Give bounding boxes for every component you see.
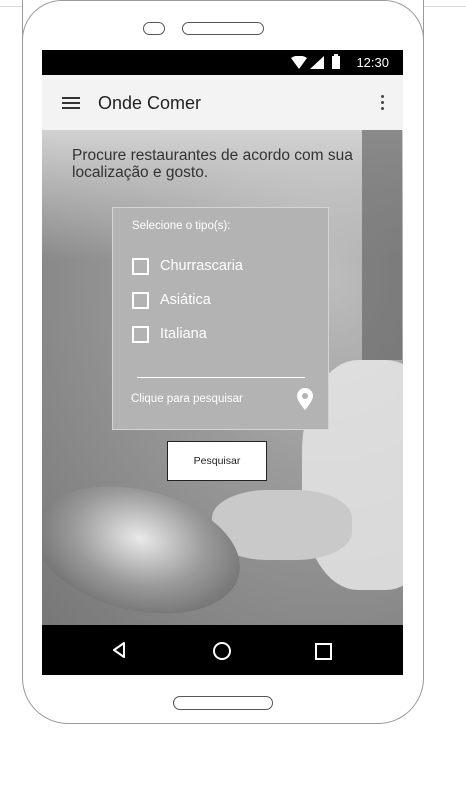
checkbox[interactable] <box>132 292 149 309</box>
wifi-icon <box>291 56 307 69</box>
battery-icon <box>332 54 340 69</box>
background-photo-area: Procure restaurantes de acordo com sua l… <box>42 130 403 625</box>
recent-apps-square-icon[interactable] <box>315 643 332 660</box>
navigation-bar <box>42 625 403 675</box>
status-bar: 12:30 <box>42 50 403 75</box>
hardware-home-button[interactable] <box>173 696 273 710</box>
earpiece-speaker <box>182 22 264 35</box>
filter-heading: Selecione o tipo(s): <box>132 220 231 232</box>
app-title: Onde Comer <box>98 93 202 113</box>
app-bar: Onde Comer <box>42 75 403 130</box>
background-photo-bowl <box>42 466 254 625</box>
front-camera <box>143 22 165 35</box>
checkbox[interactable] <box>132 326 149 343</box>
location-search-hint[interactable]: Clique para pesquisar <box>131 393 243 405</box>
signal-icon <box>310 56 324 69</box>
device-screen: 12:30 Onde Comer Procure restaurantes de… <box>42 50 403 675</box>
checkbox[interactable] <box>132 258 149 275</box>
status-time: 12:30 <box>356 55 389 70</box>
panel-divider <box>137 377 305 378</box>
filter-panel: Selecione o tipo(s): Churrascaria Asiáti… <box>112 207 329 430</box>
location-pin-icon[interactable] <box>297 388 313 410</box>
option-label: Asiática <box>160 292 211 308</box>
intro-text: Procure restaurantes de acordo com sua l… <box>72 147 353 181</box>
search-button[interactable]: Pesquisar <box>167 441 267 481</box>
hamburger-menu-icon[interactable] <box>62 97 80 109</box>
home-circle-icon[interactable] <box>213 642 231 660</box>
option-label: Italiana <box>160 326 207 342</box>
overflow-menu-icon[interactable] <box>381 95 385 113</box>
option-label: Churrascaria <box>160 258 243 274</box>
back-triangle-icon[interactable] <box>112 642 126 658</box>
